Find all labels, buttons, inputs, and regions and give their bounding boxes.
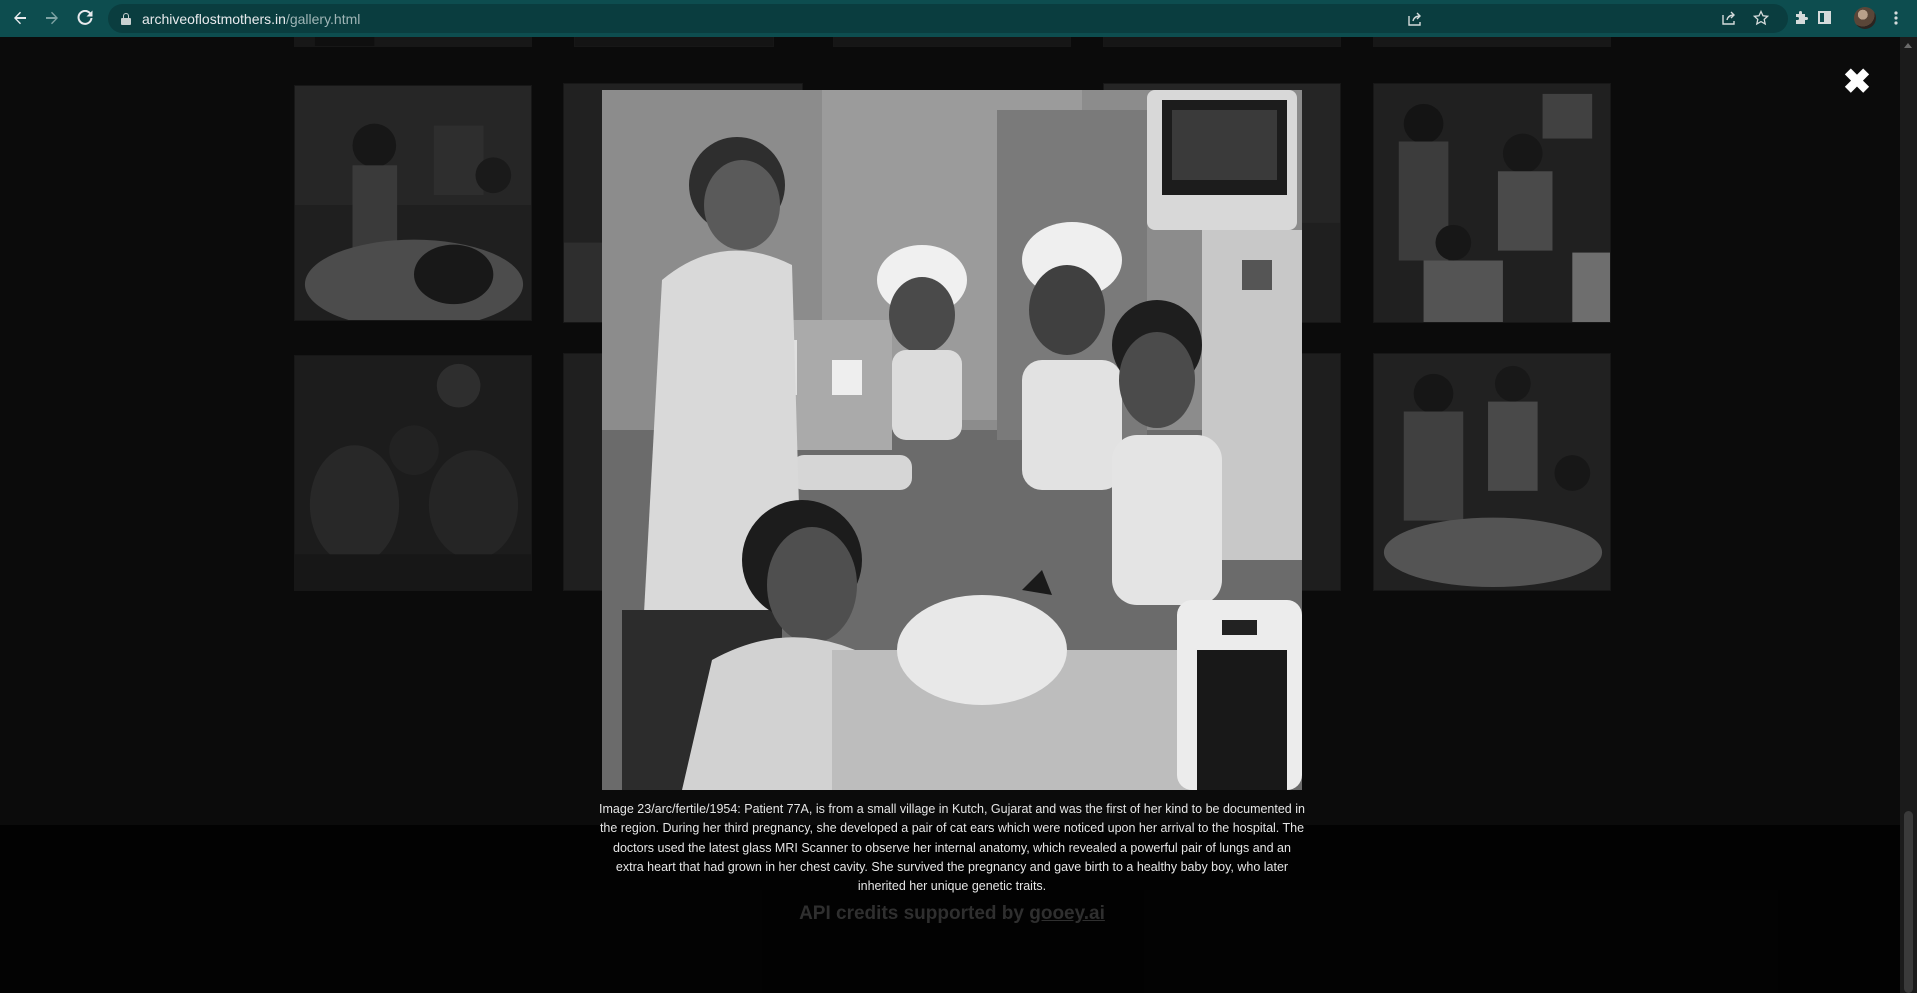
arrow-left-icon bbox=[14, 11, 26, 25]
credits-text: API credits supported by bbox=[799, 903, 1030, 924]
extensions-button[interactable] bbox=[1785, 2, 1817, 34]
share-button[interactable] bbox=[1399, 3, 1431, 35]
arrow-right-icon bbox=[46, 11, 58, 25]
scroll-up-arrow-icon[interactable] bbox=[1904, 43, 1912, 48]
url-path: /gallery.html bbox=[285, 10, 361, 27]
browser-toolbar: archiveoflostmothers.in/gallery.html bbox=[0, 0, 1917, 37]
back-button[interactable] bbox=[6, 4, 34, 32]
vertical-scrollbar[interactable] bbox=[1900, 37, 1917, 993]
forward-button[interactable] bbox=[38, 4, 66, 32]
gallery-page: ✖ Image 23/arc/fertile/1954: Patient 77A… bbox=[0, 37, 1917, 993]
share-button-2[interactable] bbox=[1713, 2, 1745, 34]
close-lightbox-button[interactable]: ✖ bbox=[1842, 65, 1872, 99]
kebab-menu-icon[interactable] bbox=[1880, 2, 1912, 34]
reload-button[interactable] bbox=[71, 4, 99, 32]
api-credits: API credits supported by gooey.ai bbox=[598, 903, 1306, 925]
lightbox-image bbox=[602, 90, 1302, 790]
bookmark-button[interactable] bbox=[1745, 2, 1777, 34]
share-icon bbox=[1408, 12, 1421, 26]
puzzle-icon bbox=[1796, 11, 1808, 24]
profile-avatar[interactable] bbox=[1854, 7, 1876, 29]
image-caption: Image 23/arc/fertile/1954: Patient 77A, … bbox=[599, 802, 1305, 894]
gooey-ai-link[interactable]: gooey.ai bbox=[1029, 903, 1105, 924]
reload-icon bbox=[77, 10, 93, 25]
url-text[interactable]: archiveoflostmothers.in/gallery.html bbox=[142, 11, 360, 27]
address-bar[interactable]: archiveoflostmothers.in/gallery.html bbox=[108, 4, 1788, 33]
share-icon bbox=[1722, 11, 1735, 25]
side-panel-icon[interactable] bbox=[1818, 11, 1831, 24]
close-icon: ✖ bbox=[1842, 63, 1872, 101]
star-icon bbox=[1753, 10, 1769, 26]
url-domain: archiveoflostmothers.in bbox=[142, 10, 286, 27]
lock-icon[interactable] bbox=[121, 12, 131, 25]
scrollbar-thumb[interactable] bbox=[1904, 811, 1913, 993]
